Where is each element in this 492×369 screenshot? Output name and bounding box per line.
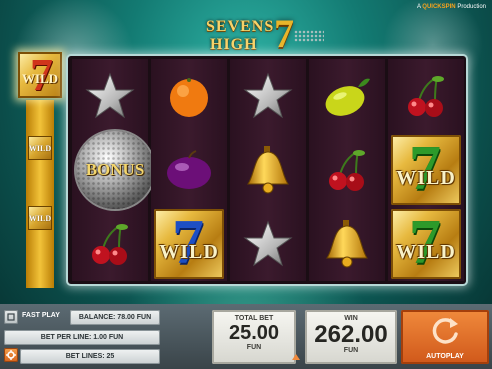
bell-icon [326,220,368,268]
symbol-cell [230,59,306,133]
bell-icon [247,146,289,194]
symbol-cell: BONUS [72,131,154,209]
logo-seven: 7 [274,11,294,56]
wild-meter-track [26,100,54,288]
symbol-cell: 7 WILD [388,206,464,281]
star-icon [243,220,293,267]
reel-2: 7 WILD [151,59,227,281]
win-amount: 262.00 [314,321,388,348]
total-bet-label: TOTAL BET [234,315,274,322]
wild-meter-slot: WILD [28,136,52,160]
reel-1: BONUS [72,59,154,281]
total-bet-amount: 25.00 [228,322,280,344]
settings-button[interactable] [4,348,18,362]
lemon-icon [325,78,370,116]
brand-credit: A QUICKSPIN Production [417,4,486,10]
cherries-icon [408,76,444,117]
symbol-cell [309,59,385,133]
spin-autoplay-button[interactable]: AUTOPLAY [401,310,489,364]
balance-display: BALANCE: 78.00 FUN [70,310,160,325]
wild-label: WILD [396,240,456,263]
wild-meter-top-symbol: 7 WILD [18,52,62,98]
spin-refresh-icon [432,318,458,344]
symbol-cell: 7 WILD [151,206,227,281]
gear-icon [6,350,16,360]
symbol-cell [72,59,148,133]
bonus-label: BONUS [85,160,145,179]
star-icon [243,72,293,119]
brand-prefix: A [416,4,421,10]
wild-meter-slot-label: WILD [28,143,52,153]
wild-label: WILD [396,166,456,189]
reel-5: 7 WILD 7 WILD [388,59,464,281]
logo-sparkle [294,30,324,42]
reel-area[interactable]: BONUS 7 WILD 7 WILD 7 WILD [68,56,466,284]
symbol-cell [309,207,385,281]
wild-meter-top-label: WILD [21,71,59,86]
symbol-cell [151,133,227,207]
plum-icon [167,150,211,189]
symbol-cell [230,207,306,281]
symbol-cell: 7 WILD [388,132,464,207]
fast-play-label: FAST PLAY [22,312,60,319]
logo-line-2: HIGH [210,36,258,53]
blue-seven-wild-icon: 7 WILD [154,206,224,279]
wild-meter-slot: WILD [28,206,52,230]
star-icon [85,72,135,119]
total-bet-indicator-icon [292,354,300,360]
game-logo: SEVENS HIGH 7 [198,14,326,56]
autoplay-label: AUTOPLAY [426,353,464,360]
total-bet-unit: FUN [246,344,262,351]
brand-name: QUICKSPIN [422,4,456,10]
win-box: WIN 262.00 FUN [305,310,397,364]
win-unit: FUN [343,347,359,354]
symbol-cell [230,133,306,207]
wild-label: WILD [159,240,219,263]
symbol-cell [388,59,464,133]
reel-4 [309,59,385,281]
cherries-icon [92,224,128,265]
orange-icon [170,78,208,117]
green-seven-wild-icon: 7 WILD [391,206,461,279]
fast-play-checkbox[interactable] [4,310,18,324]
logo-line-1: SEVENS [206,18,275,35]
brand-suffix: Production [457,4,486,10]
symbol-cell [309,133,385,207]
green-seven-wild-icon: 7 WILD [391,132,461,205]
checkbox-square-icon [7,313,15,321]
cherries-icon [329,150,365,191]
total-bet-box[interactable]: TOTAL BET 25.00 FUN [212,310,296,364]
wild-meter: WILD WILD 7 WILD [18,52,62,288]
wild-meter-slot-label: WILD [28,213,52,223]
symbol-cell [72,207,148,281]
bonus-disco-ball-icon: BONUS [76,131,154,209]
reel-3 [230,59,306,281]
bet-per-line-button[interactable]: BET PER LINE: 1.00 FUN [4,330,160,345]
symbol-cell [151,59,227,133]
bet-lines-button[interactable]: BET LINES: 25 [20,349,160,364]
